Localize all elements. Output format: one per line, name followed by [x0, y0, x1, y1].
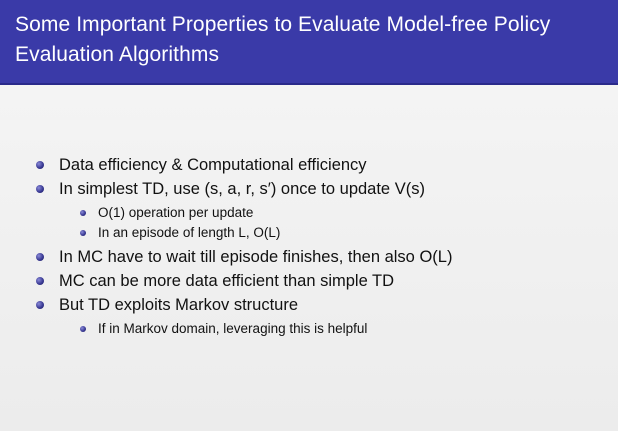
- bullet-text: But TD exploits Markov structure: [59, 296, 299, 314]
- sub-bullet-dot-icon: [80, 230, 86, 236]
- sub-bullet-text: If in Markov domain, leveraging this is …: [98, 321, 368, 336]
- bullet-list: Data efficiency & Computational efficien…: [33, 155, 603, 339]
- bullet-item: MC can be more data efficient than simpl…: [33, 271, 603, 291]
- bullet-dot-icon: [36, 301, 44, 309]
- bullet-item: In MC have to wait till episode finishes…: [33, 247, 603, 267]
- bullet-item: Data efficiency & Computational efficien…: [33, 155, 603, 175]
- bullet-text: MC can be more data efficient than simpl…: [59, 272, 395, 290]
- bullet-text: In MC have to wait till episode finishes…: [59, 248, 453, 266]
- bullet-text: Data efficiency & Computational efficien…: [59, 156, 367, 174]
- title-bar: Some Important Properties to Evaluate Mo…: [0, 0, 618, 85]
- bullet-dot-icon: [36, 277, 44, 285]
- sub-bullet-dot-icon: [80, 326, 86, 332]
- sub-bullet-item: If in Markov domain, leveraging this is …: [55, 319, 603, 339]
- sub-bullet-text: O(1) operation per update: [98, 205, 254, 220]
- slide-title: Some Important Properties to Evaluate Mo…: [15, 13, 551, 66]
- bullet-item: In simplest TD, use (s, a, r, s′) once t…: [33, 179, 603, 199]
- sub-bullet-item: In an episode of length L, O(L): [55, 223, 603, 243]
- bullet-item: But TD exploits Markov structure: [33, 295, 603, 315]
- sub-bullet-item: O(1) operation per update: [55, 203, 603, 223]
- bullet-dot-icon: [36, 253, 44, 261]
- sub-bullet-dot-icon: [80, 210, 86, 216]
- bullet-dot-icon: [36, 161, 44, 169]
- sub-bullet-text: In an episode of length L, O(L): [98, 225, 281, 240]
- bullet-dot-icon: [36, 185, 44, 193]
- bullet-text: In simplest TD, use (s, a, r, s′) once t…: [59, 180, 425, 198]
- slide: Some Important Properties to Evaluate Mo…: [0, 0, 618, 431]
